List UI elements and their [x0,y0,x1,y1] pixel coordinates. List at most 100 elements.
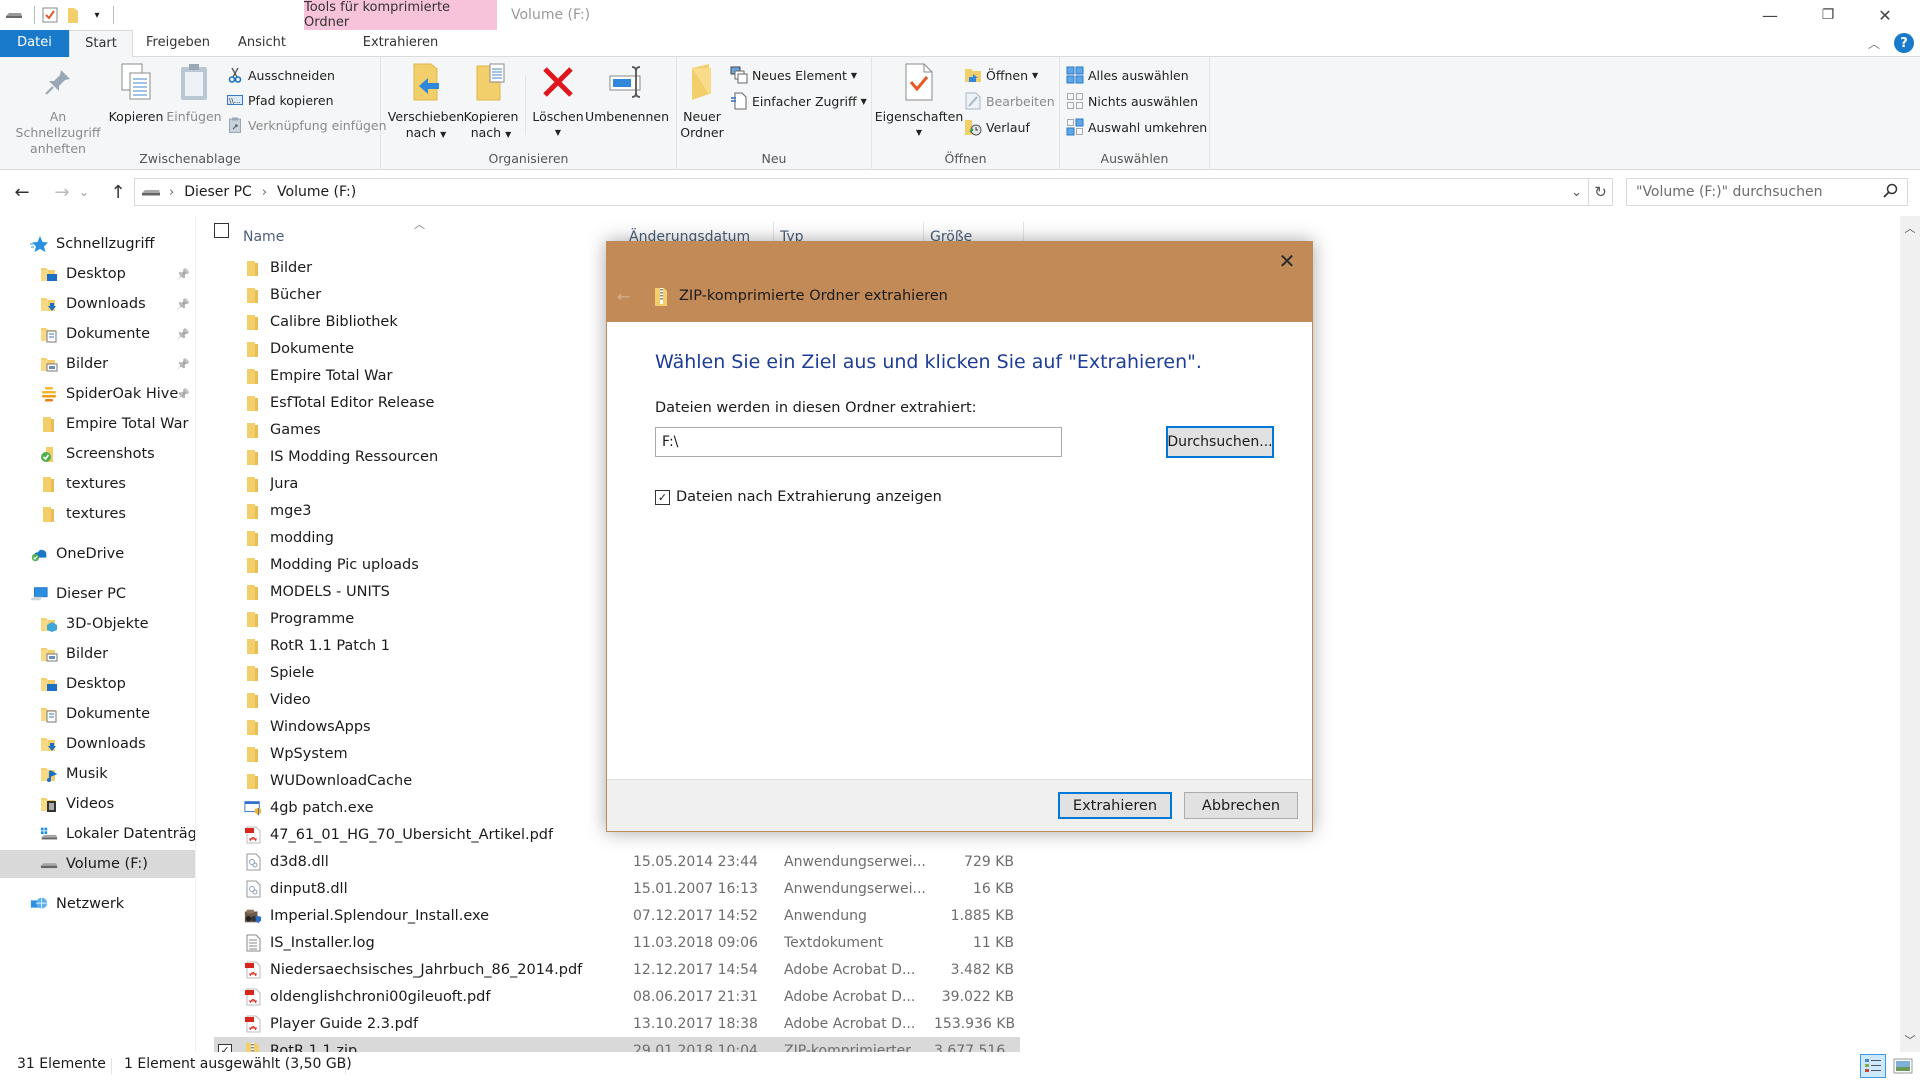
nav-item-3d-objekte[interactable]: 3D-Objekte [0,610,195,638]
file-row[interactable]: dinput8.dll 15.01.2007 16:13 Anwendungserw… [214,875,1020,902]
breadcrumb-separator[interactable]: › [169,185,174,200]
properties-icon[interactable] [41,6,59,24]
nav-item-lokaler-datenträger[interactable]: Lokaler Datenträger [0,820,195,848]
select-all-button[interactable]: Alles auswählen [1066,64,1189,86]
row-checkbox[interactable] [218,531,232,545]
breadcrumb-volume-f[interactable]: Volume (F:) [277,184,356,200]
delete-button[interactable]: Löschen ▼ [530,61,586,141]
move-to-button[interactable]: Verschieben nach ▼ [388,61,464,143]
new-folder-button[interactable]: Neuer Ordner [677,61,727,141]
row-checkbox[interactable] [218,963,232,977]
delete-dropdown-icon[interactable]: ▼ [555,125,561,141]
scroll-down-arrow[interactable]: ﹀ [1900,1030,1920,1050]
scrollbar-thumb[interactable] [1903,264,1917,864]
nav-item-onedrive[interactable]: OneDrive [0,540,195,568]
nav-item-screenshots[interactable]: Screenshots [0,440,195,468]
row-checkbox[interactable] [218,1017,232,1031]
properties-dropdown-icon[interactable]: ▼ [916,125,922,141]
dialog-close-button[interactable]: ✕ [1272,248,1302,274]
row-checkbox[interactable] [218,423,232,437]
customize-dropdown-icon[interactable]: ▾ [90,6,104,24]
new-item-button[interactable]: Neues Element ▼ [730,64,857,86]
row-checkbox[interactable] [218,558,232,572]
show-files-checkbox[interactable]: ✓ Dateien nach Extrahierung anzeigen [655,489,942,505]
row-checkbox[interactable] [218,450,232,464]
tab-freigeben[interactable]: Freigeben [138,30,218,57]
large-icons-view-button[interactable] [1890,1054,1916,1078]
tab-start[interactable]: Start [69,30,133,58]
nav-item-downloads[interactable]: Downloads [0,730,195,758]
nav-item-desktop[interactable]: Desktop 📌 [0,260,195,288]
back-button[interactable]: ← [10,180,34,204]
address-history-dropdown-icon[interactable]: ⌄ [1571,185,1582,200]
destination-path-input[interactable] [655,427,1062,457]
row-checkbox[interactable] [218,882,232,896]
properties-button[interactable]: Eigenschaften ▼ [875,61,963,141]
paste-shortcut-button[interactable]: Verknüpfung einfügen [226,114,387,136]
address-bar[interactable]: › Dieser PC › Volume (F:) ⌄ [134,178,1589,206]
select-none-button[interactable]: Nichts auswählen [1066,90,1198,112]
paste-button[interactable]: Einfügen [166,61,222,125]
easy-access-button[interactable]: Einfacher Zugriff ▼ [730,90,867,112]
row-checkbox[interactable] [218,288,232,302]
nav-item-desktop[interactable]: Desktop [0,670,195,698]
browse-button[interactable]: Durchsuchen... [1166,426,1274,458]
row-checkbox[interactable] [218,720,232,734]
row-checkbox[interactable] [218,909,232,923]
close-button[interactable]: ✕ [1862,0,1908,30]
copy-to-button[interactable]: Kopieren nach ▼ [462,61,520,143]
row-checkbox[interactable] [218,612,232,626]
nav-item-musik[interactable]: Musik [0,760,195,788]
cancel-button[interactable]: Abbrechen [1184,792,1298,819]
pin-quick-access-button[interactable]: An Schnellzugriff anheften [6,61,110,157]
checkbox-checked-icon[interactable]: ✓ [655,489,670,505]
nav-item-downloads[interactable]: Downloads 📌 [0,290,195,318]
row-checkbox[interactable] [218,666,232,680]
extract-button[interactable]: Extrahieren [1058,792,1172,819]
row-checkbox[interactable] [218,477,232,491]
search-input[interactable]: "Volume (F:)" durchsuchen [1626,178,1908,206]
nav-item-textures[interactable]: textures [0,470,195,498]
up-button[interactable]: ↑ [106,180,130,204]
rename-button[interactable]: Umbenennen [585,61,669,125]
row-checkbox[interactable] [218,990,232,1004]
invert-selection-button[interactable]: Auswahl umkehren [1066,116,1207,138]
new-folder-icon[interactable] [67,6,79,24]
history-button[interactable]: Verlauf [964,116,1030,138]
copy-path-button[interactable]: \\... Pfad kopieren [226,89,334,111]
row-checkbox[interactable] [218,639,232,653]
tab-datei[interactable]: Datei [0,30,69,57]
row-checkbox[interactable] [218,855,232,869]
file-row[interactable]: d3d8.dll 15.05.2014 23:44 Anwendungserwei.… [214,848,1020,875]
row-checkbox[interactable] [218,261,232,275]
details-view-button[interactable] [1860,1054,1886,1078]
nav-item-textures[interactable]: textures [0,500,195,528]
row-checkbox[interactable] [218,801,232,815]
nav-item-bilder[interactable]: Bilder 📌 [0,350,195,378]
row-checkbox[interactable] [218,342,232,356]
drive-icon[interactable] [4,6,24,24]
scroll-up-arrow[interactable]: ︿ [1900,218,1920,238]
nav-item-dokumente[interactable]: Dokumente [0,700,195,728]
nav-item-videos[interactable]: Videos [0,790,195,818]
row-checkbox[interactable] [218,369,232,383]
row-checkbox[interactable] [218,315,232,329]
breadcrumb-dieser-pc[interactable]: Dieser PC [184,184,252,200]
row-checkbox[interactable] [218,396,232,410]
vertical-scrollbar[interactable]: ︿ ﹀ [1900,216,1920,1052]
tab-ansicht[interactable]: Ansicht [226,30,298,57]
file-row[interactable]: Player Guide 2.3.pdf 13.10.2017 18:38 Adob… [214,1010,1020,1037]
row-checkbox[interactable] [218,585,232,599]
edit-button[interactable]: Bearbeiten [964,90,1055,112]
collapse-ribbon-icon[interactable]: ︿ [1868,35,1880,52]
tab-extrahieren[interactable]: Extrahieren [305,30,496,57]
recent-locations-button[interactable]: ⌄ [76,180,92,204]
nav-item-schnellzugriff[interactable]: Schnellzugriff [0,230,195,258]
search-icon[interactable] [1882,183,1898,203]
copy-button[interactable]: Kopieren [107,61,165,125]
nav-item-dieser-pc[interactable]: Dieser PC [0,580,195,608]
cut-button[interactable]: Ausschneiden [226,64,335,86]
row-checkbox[interactable] [218,504,232,518]
nav-item-dokumente[interactable]: Dokumente 📌 [0,320,195,348]
open-button[interactable]: Öffnen ▼ [964,64,1038,86]
